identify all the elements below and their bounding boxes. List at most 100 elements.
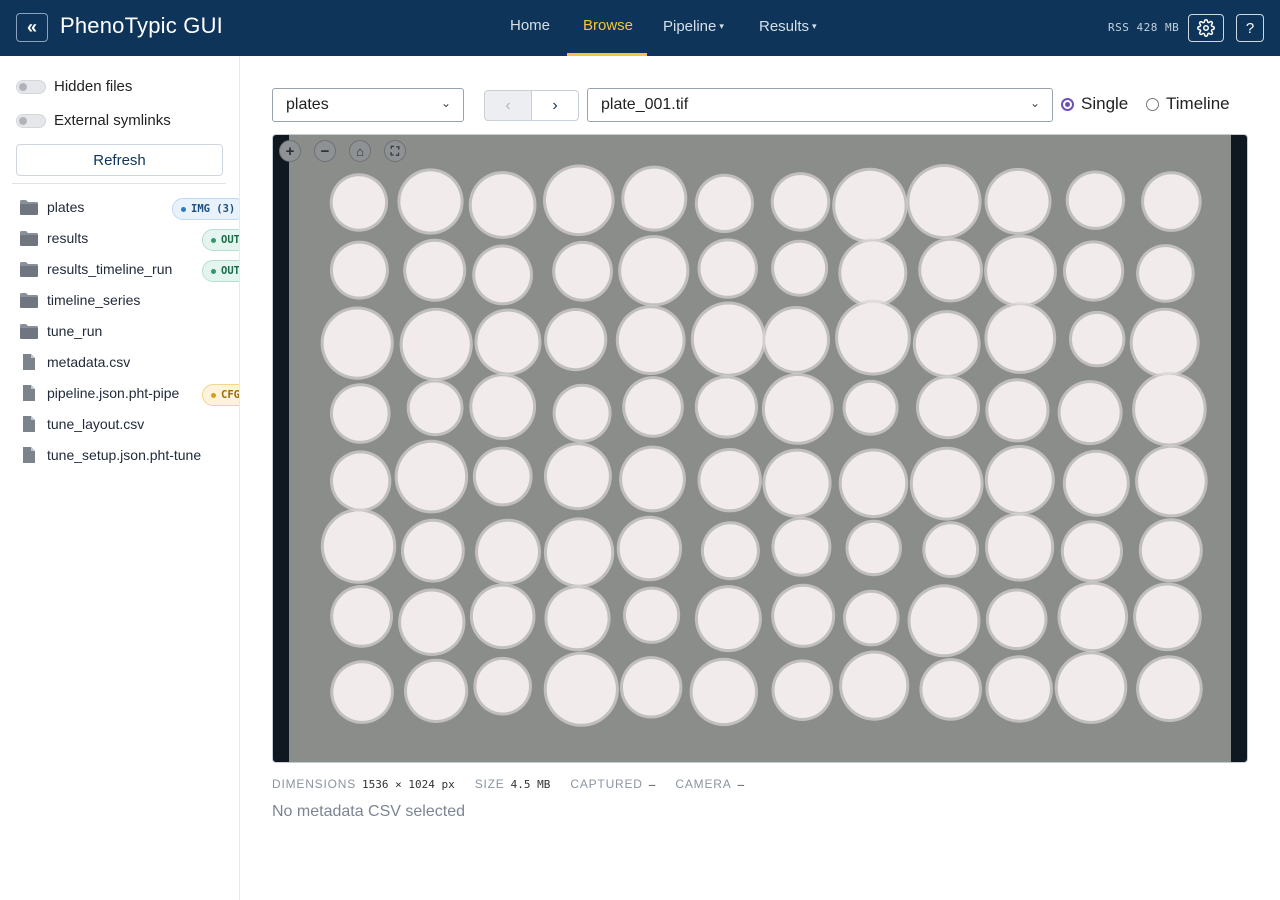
file-type-badge: OUT bbox=[202, 260, 239, 282]
colony bbox=[403, 238, 467, 302]
file-list-item[interactable]: plates IMG (3) bbox=[0, 191, 239, 222]
colony bbox=[770, 172, 831, 232]
file-name: metadata.csv bbox=[47, 353, 131, 370]
meta-key-dimensions: DIMENSIONS bbox=[272, 777, 357, 791]
colony bbox=[552, 240, 613, 302]
colony bbox=[697, 448, 762, 513]
colony bbox=[700, 521, 760, 581]
colony bbox=[845, 519, 902, 577]
colony bbox=[472, 446, 533, 507]
nav-results[interactable]: Results ▾ bbox=[743, 0, 833, 56]
app-title: PhenoTypic GUI bbox=[60, 13, 223, 38]
colony bbox=[771, 659, 834, 721]
colony bbox=[1135, 444, 1208, 518]
previous-image-button[interactable]: ‹ bbox=[485, 91, 532, 120]
folder-icon bbox=[19, 322, 39, 340]
colony bbox=[906, 164, 982, 240]
plate-image[interactable] bbox=[289, 135, 1231, 762]
colony bbox=[771, 516, 832, 577]
nav-results-label: Results bbox=[759, 18, 810, 35]
file-list-item[interactable]: results_timeline_run OUT bbox=[0, 253, 239, 284]
file-list: plates IMG (3) results OUT results_timeline_… bbox=[0, 191, 239, 470]
file-list-item[interactable]: pipeline.json.pht-pipe CFG bbox=[0, 377, 239, 408]
colony bbox=[762, 448, 832, 518]
colony bbox=[1129, 307, 1200, 378]
colony bbox=[621, 165, 688, 232]
folder-select[interactable]: plates ⌄ bbox=[272, 88, 464, 122]
external-symlinks-toggle[interactable] bbox=[16, 113, 46, 128]
hidden-files-toggle-row: Hidden files bbox=[16, 78, 132, 95]
meta-key-size: SIZE bbox=[474, 777, 505, 791]
colony bbox=[329, 173, 389, 232]
collapse-sidebar-button[interactable]: « bbox=[16, 13, 48, 42]
colony bbox=[838, 448, 909, 519]
colony bbox=[468, 171, 537, 239]
nav-browse[interactable]: Browse bbox=[567, 0, 647, 56]
colony bbox=[473, 656, 532, 716]
file-select[interactable]: plate_001.tif ⌄ bbox=[587, 88, 1053, 122]
file-list-item[interactable]: tune_layout.csv bbox=[0, 408, 239, 439]
fullscreen-icon[interactable]: ⛶ bbox=[384, 140, 406, 162]
colony bbox=[469, 373, 537, 441]
colony bbox=[1138, 518, 1203, 583]
file-list-item[interactable]: results OUT bbox=[0, 222, 239, 253]
colony bbox=[544, 308, 608, 372]
nav-browse-label: Browse bbox=[583, 17, 634, 34]
colony bbox=[912, 310, 981, 378]
colony bbox=[984, 234, 1057, 308]
colony bbox=[694, 375, 758, 439]
gear-icon bbox=[1197, 19, 1215, 37]
file-browser-sidebar: Hidden files External symlinks Refresh p… bbox=[0, 56, 240, 900]
colony bbox=[544, 585, 611, 652]
top-navbar: « PhenoTypic GUI Home Browse Pipeline ▾ R… bbox=[0, 0, 1280, 56]
zoom-out-icon[interactable]: − bbox=[314, 140, 336, 162]
view-mode-timeline[interactable]: Timeline bbox=[1146, 94, 1230, 114]
file-name: tune_setup.json.pht-tune bbox=[47, 446, 202, 463]
meta-value-captured: — bbox=[648, 777, 656, 791]
image-viewer[interactable]: + − ⌂ ⛶ bbox=[272, 134, 1248, 763]
colony bbox=[984, 302, 1057, 374]
meta-value-dimensions: 1536 × 1024 px bbox=[362, 777, 455, 791]
memory-usage: RSS 428 MB bbox=[1108, 21, 1180, 34]
colony bbox=[771, 239, 829, 297]
chevron-down-icon: ⌄ bbox=[1029, 96, 1040, 110]
colony bbox=[919, 658, 982, 721]
help-button[interactable]: ? bbox=[1236, 14, 1264, 42]
colony bbox=[398, 588, 466, 656]
file-icon bbox=[19, 353, 39, 371]
colony bbox=[689, 657, 758, 727]
colony bbox=[1060, 520, 1123, 583]
zoom-in-icon[interactable]: + bbox=[279, 140, 301, 162]
home-icon[interactable]: ⌂ bbox=[349, 140, 371, 162]
colony bbox=[472, 244, 533, 306]
colony bbox=[984, 445, 1055, 515]
file-list-item[interactable]: tune_run bbox=[0, 315, 239, 346]
refresh-button[interactable]: Refresh bbox=[16, 144, 223, 176]
hidden-files-toggle[interactable] bbox=[16, 79, 46, 94]
folder-icon bbox=[19, 291, 39, 309]
meta-value-size: 4.5 MB bbox=[510, 777, 551, 791]
colony bbox=[404, 658, 469, 724]
nav-home[interactable]: Home bbox=[494, 0, 566, 56]
next-image-button[interactable]: › bbox=[532, 91, 578, 120]
file-list-item[interactable]: metadata.csv bbox=[0, 346, 239, 377]
colony bbox=[771, 583, 836, 648]
radio-selected-icon bbox=[1061, 97, 1074, 111]
colony bbox=[909, 446, 984, 521]
file-name: pipeline.json.pht-pipe bbox=[47, 384, 180, 401]
nav-pipeline[interactable]: Pipeline ▾ bbox=[647, 0, 740, 56]
colony bbox=[397, 168, 464, 235]
colony bbox=[1054, 651, 1128, 724]
colony bbox=[1062, 449, 1130, 517]
file-list-item[interactable]: timeline_series bbox=[0, 284, 239, 315]
file-list-item[interactable]: tune_setup.json.pht-tune bbox=[0, 439, 239, 470]
colony bbox=[330, 383, 391, 444]
external-symlinks-label: External symlinks bbox=[54, 112, 171, 129]
colony bbox=[1069, 310, 1126, 368]
colony bbox=[842, 379, 899, 436]
view-mode-single[interactable]: Single bbox=[1061, 94, 1128, 114]
colony bbox=[475, 518, 541, 585]
settings-button[interactable] bbox=[1188, 14, 1224, 42]
colony bbox=[984, 167, 1052, 235]
colony bbox=[985, 512, 1055, 582]
